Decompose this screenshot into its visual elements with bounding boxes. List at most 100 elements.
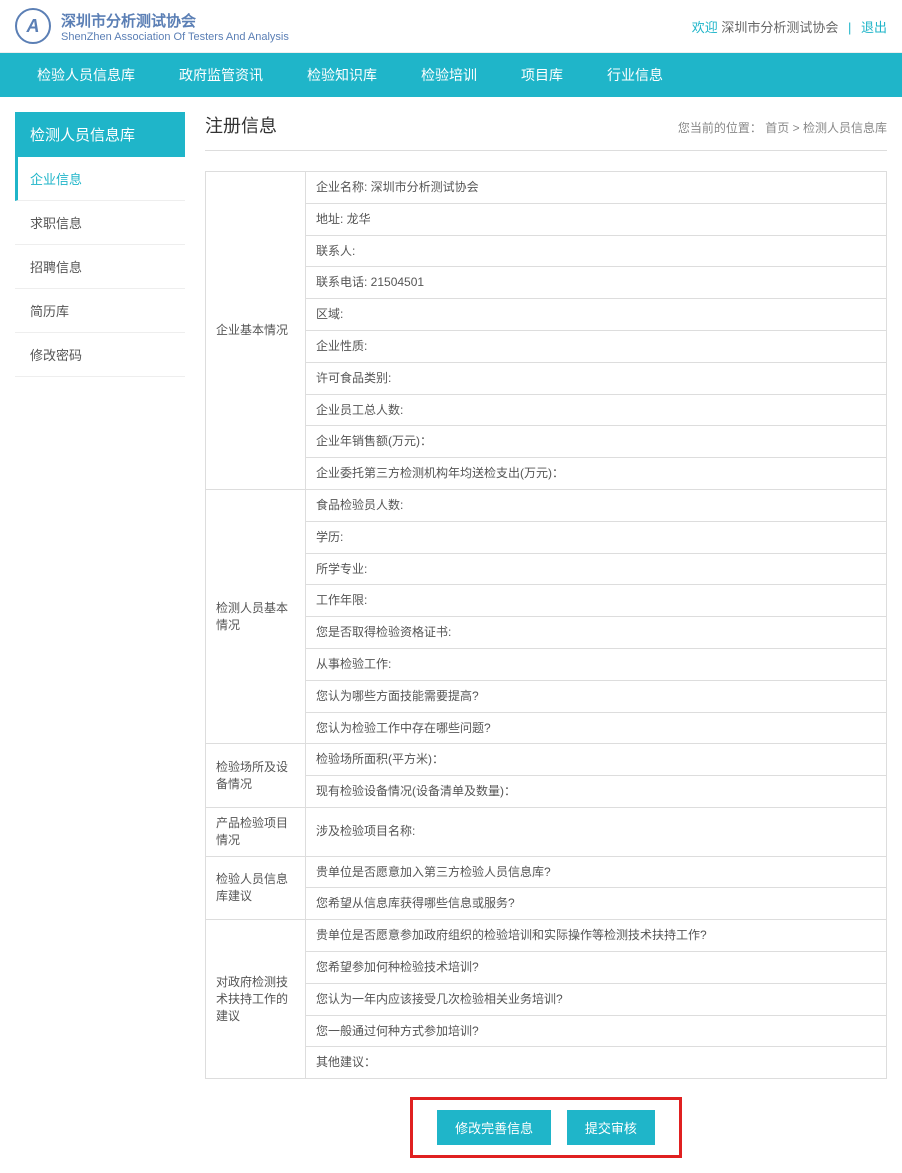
field-cell: 区域: — [306, 299, 887, 331]
nav-item-knowledge[interactable]: 检验知识库 — [285, 53, 399, 97]
nav-item-gov-news[interactable]: 政府监管资讯 — [157, 53, 285, 97]
field-cell: 涉及检验项目名称: — [306, 807, 887, 856]
welcome-name: 深圳市分析测试协会 — [721, 20, 838, 35]
field-value: 龙华 — [343, 212, 370, 226]
table-row: 从事检验工作: — [206, 648, 887, 680]
field-cell: 工作年限: — [306, 585, 887, 617]
field-label: 您是否取得检验资格证书: — [316, 625, 451, 639]
field-label: 企业年销售额(万元)： — [316, 434, 432, 448]
nav-item-industry[interactable]: 行业信息 — [585, 53, 685, 97]
field-cell: 学历: — [306, 521, 887, 553]
field-label: 企业名称: — [316, 180, 367, 194]
field-label: 您一般通过何种方式参加培训? — [316, 1024, 479, 1038]
field-label: 从事检验工作: — [316, 657, 391, 671]
field-label: 现有检验设备情况(设备清单及数量)： — [316, 784, 516, 798]
header-right: 欢迎 深圳市分析测试协会 | 退出 — [692, 17, 887, 36]
logout-link[interactable]: 退出 — [861, 20, 887, 35]
field-cell: 贵单位是否愿意加入第三方检验人员信息库? — [306, 856, 887, 888]
field-value: 深圳市分析测试协会 — [367, 180, 478, 194]
breadcrumb-home[interactable]: 首页 — [765, 121, 789, 135]
nav-item-training[interactable]: 检验培训 — [399, 53, 499, 97]
field-cell: 您认为哪些方面技能需要提高? — [306, 680, 887, 712]
sidebar: 检测人员信息库 企业信息 求职信息 招聘信息 简历库 修改密码 — [15, 112, 185, 377]
table-row: 地址: 龙华 — [206, 203, 887, 235]
field-cell: 企业年销售额(万元)： — [306, 426, 887, 458]
info-table: 企业基本情况企业名称: 深圳市分析测试协会地址: 龙华联系人: 联系电话: 215… — [205, 171, 887, 1079]
section-label: 产品检验项目情况 — [206, 807, 306, 856]
field-cell: 您认为检验工作中存在哪些问题? — [306, 712, 887, 744]
field-label: 许可食品类别: — [316, 371, 391, 385]
field-cell: 企业委托第三方检测机构年均送检支出(万元)： — [306, 458, 887, 490]
sidebar-item-recruit[interactable]: 招聘信息 — [15, 245, 185, 289]
edit-button[interactable]: 修改完善信息 — [437, 1110, 551, 1145]
field-cell: 从事检验工作: — [306, 648, 887, 680]
field-label: 检验场所面积(平方米)： — [316, 752, 444, 766]
field-cell: 检验场所面积(平方米)： — [306, 744, 887, 776]
sidebar-item-company-info[interactable]: 企业信息 — [15, 157, 185, 201]
breadcrumb-sep: > — [793, 121, 803, 135]
sidebar-item-resume[interactable]: 简历库 — [15, 289, 185, 333]
field-label: 联系人: — [316, 244, 355, 258]
logo-icon: A — [15, 8, 51, 44]
field-cell: 现有检验设备情况(设备清单及数量)： — [306, 776, 887, 808]
sidebar-item-password[interactable]: 修改密码 — [15, 333, 185, 377]
field-label: 企业员工总人数: — [316, 403, 403, 417]
table-row: 工作年限: — [206, 585, 887, 617]
logo-text-cn: 深圳市分析测试协会 — [61, 10, 289, 31]
section-label: 企业基本情况 — [206, 172, 306, 490]
section-label: 检验人员信息库建议 — [206, 856, 306, 920]
table-row: 企业年销售额(万元)： — [206, 426, 887, 458]
field-cell: 您一般通过何种方式参加培训? — [306, 1015, 887, 1047]
field-label: 涉及检验项目名称: — [316, 824, 415, 838]
field-label: 贵单位是否愿意参加政府组织的检验培训和实际操作等检测技术扶持工作? — [316, 928, 707, 942]
field-label: 您认为一年内应该接受几次检验相关业务培训? — [316, 992, 563, 1006]
nav-item-projects[interactable]: 项目库 — [499, 53, 585, 97]
field-cell: 其他建议： — [306, 1047, 887, 1079]
field-label: 您认为哪些方面技能需要提高? — [316, 689, 479, 703]
field-cell: 贵单位是否愿意参加政府组织的检验培训和实际操作等检测技术扶持工作? — [306, 920, 887, 952]
table-row: 您认为哪些方面技能需要提高? — [206, 680, 887, 712]
sidebar-item-job-seek[interactable]: 求职信息 — [15, 201, 185, 245]
table-row: 您一般通过何种方式参加培训? — [206, 1015, 887, 1047]
header-divider: | — [848, 20, 851, 35]
container: 检测人员信息库 企业信息 求职信息 招聘信息 简历库 修改密码 注册信息 您当前… — [0, 97, 902, 1173]
breadcrumb: 您当前的位置： 首页 > 检测人员信息库 — [678, 119, 887, 136]
sidebar-title: 检测人员信息库 — [15, 112, 185, 157]
table-row: 所学专业: — [206, 553, 887, 585]
welcome-label: 欢迎 — [692, 20, 718, 35]
page-title: 注册信息 — [205, 112, 277, 138]
field-cell: 地址: 龙华 — [306, 203, 887, 235]
field-label: 地址: — [316, 212, 343, 226]
button-highlight: 修改完善信息 提交审核 — [410, 1097, 682, 1158]
field-cell: 您希望参加何种检验技术培训? — [306, 951, 887, 983]
field-label: 企业性质: — [316, 339, 367, 353]
field-cell: 食品检验员人数: — [306, 489, 887, 521]
logo-text-en: ShenZhen Association Of Testers And Anal… — [61, 31, 289, 43]
logo-text: 深圳市分析测试协会 ShenZhen Association Of Tester… — [61, 10, 289, 43]
table-row: 企业性质: — [206, 330, 887, 362]
field-cell: 您希望从信息库获得哪些信息或服务? — [306, 888, 887, 920]
field-cell: 您是否取得检验资格证书: — [306, 617, 887, 649]
table-row: 您认为一年内应该接受几次检验相关业务培训? — [206, 983, 887, 1015]
field-label: 您希望参加何种检验技术培训? — [316, 960, 479, 974]
field-label: 企业委托第三方检测机构年均送检支出(万元)： — [316, 466, 564, 480]
field-cell: 联系电话: 21504501 — [306, 267, 887, 299]
field-cell: 您认为一年内应该接受几次检验相关业务培训? — [306, 983, 887, 1015]
page-head: 注册信息 您当前的位置： 首页 > 检测人员信息库 — [205, 112, 887, 151]
header: A 深圳市分析测试协会 ShenZhen Association Of Test… — [0, 0, 902, 53]
section-label: 检测人员基本情况 — [206, 489, 306, 743]
table-row: 学历: — [206, 521, 887, 553]
submit-button[interactable]: 提交审核 — [567, 1110, 655, 1145]
table-row: 现有检验设备情况(设备清单及数量)： — [206, 776, 887, 808]
nav-item-inspection-db[interactable]: 检验人员信息库 — [15, 53, 157, 97]
field-label: 区域: — [316, 307, 343, 321]
table-row: 联系电话: 21504501 — [206, 267, 887, 299]
table-row: 您希望参加何种检验技术培训? — [206, 951, 887, 983]
section-label: 检验场所及设备情况 — [206, 744, 306, 808]
field-cell: 联系人: — [306, 235, 887, 267]
field-label: 所学专业: — [316, 562, 367, 576]
field-label: 其他建议： — [316, 1055, 376, 1069]
field-cell: 企业性质: — [306, 330, 887, 362]
table-row: 检测人员基本情况食品检验员人数: — [206, 489, 887, 521]
button-row: 修改完善信息 提交审核 — [205, 1097, 887, 1158]
